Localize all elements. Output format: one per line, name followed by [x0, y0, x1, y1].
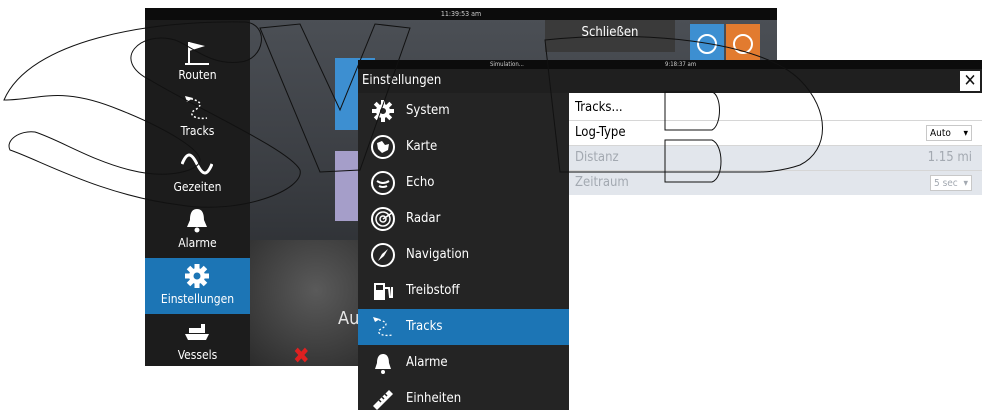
dropdown-arrow-icon: ▾: [963, 178, 968, 189]
left-navigation: Routen Tracks Gezeiten Alarme Einstellun…: [145, 20, 250, 366]
period-dropdown[interactable]: 5 sec ▾: [930, 175, 972, 191]
sidebar-item-treibstoff[interactable]: Treibstoff: [358, 273, 569, 309]
sidebar-item-label: Einheiten: [406, 391, 462, 406]
nav-item-vessels[interactable]: Vessels: [145, 314, 250, 366]
gear-icon: [372, 100, 394, 122]
sidebar-item-alarme[interactable]: Alarme: [358, 345, 569, 381]
dialog-title: Einstellungen: [362, 73, 442, 88]
period-row: Zeitraum 5 sec ▾: [569, 171, 982, 195]
sidebar-item-label: Alarme: [406, 355, 448, 370]
tide-wave-icon: [181, 153, 213, 175]
close-icon[interactable]: ✕: [960, 71, 980, 91]
fuel-pump-icon: [374, 283, 393, 300]
status-simulation: Simulation...: [490, 61, 524, 68]
sidebar-item-label: Tracks: [406, 319, 443, 334]
log-type-row: Log-Type Auto ▾: [569, 121, 982, 146]
sidebar-item-karte[interactable]: Karte: [358, 129, 569, 165]
nav-item-tracks[interactable]: Tracks: [145, 90, 250, 146]
status-time: 9:18:37 am: [665, 61, 697, 68]
tracks-link-row[interactable]: Tracks...: [569, 96, 982, 121]
nav-label: Gezeiten: [173, 180, 222, 194]
echo-sonar-icon: [371, 171, 395, 195]
sidebar-item-echo[interactable]: Echo: [358, 165, 569, 201]
tracks-settings-panel: Tracks... Log-Type Auto ▾ Distanz 1.15 m…: [569, 93, 982, 410]
sidebar-item-label: Karte: [406, 139, 438, 154]
close-button[interactable]: Schließen: [545, 20, 675, 52]
tracks-icon: [373, 317, 393, 337]
dialog-status-bar: Simulation... 9:18:37 am: [358, 60, 982, 69]
period-label: Zeitraum: [575, 175, 629, 190]
compass-icon: [371, 243, 395, 267]
vessel-icon: [185, 324, 209, 340]
log-type-dropdown[interactable]: Auto ▾: [926, 125, 972, 141]
nav-label: Einstellungen: [160, 292, 235, 306]
gear-icon: [185, 264, 209, 288]
red-x-icon: ✖: [293, 344, 310, 366]
nav-label: Tracks: [180, 124, 215, 138]
nav-label: Alarme: [178, 236, 217, 250]
sidebar-item-label: Treibstoff: [406, 283, 460, 298]
bell-icon: [375, 354, 391, 374]
dialog-title-bar: Einstellungen: [358, 69, 982, 93]
nav-item-alarme[interactable]: Alarme: [145, 202, 250, 258]
settings-dialog: Simulation... 9:18:37 am Einstellungen ✕: [358, 60, 982, 410]
sidebar-item-tracks[interactable]: Tracks: [358, 309, 569, 345]
period-value: 5 sec: [934, 178, 958, 189]
app-tiles-icon[interactable]: [690, 24, 760, 64]
dropdown-arrow-icon: ▾: [963, 128, 968, 139]
settings-sidebar: System Karte Echo Radar Navigation Treib…: [358, 93, 569, 410]
sidebar-item-einheiten[interactable]: Einheiten: [358, 381, 569, 417]
ruler-icon: [373, 390, 393, 410]
tracks-icon: [185, 96, 208, 120]
sidebar-item-radar[interactable]: Radar: [358, 201, 569, 237]
distance-row: Distanz 1.15 mi: [569, 146, 982, 171]
route-flag-icon: [185, 42, 209, 65]
distance-value: 1.15 mi: [927, 150, 972, 165]
log-type-value: Auto: [930, 128, 951, 139]
sidebar-item-label: Echo: [406, 175, 435, 190]
sidebar-item-label: Radar: [406, 211, 441, 226]
nav-label: Vessels: [177, 348, 218, 362]
log-type-label: Log-Type: [575, 125, 626, 140]
tracks-link[interactable]: Tracks...: [575, 96, 623, 120]
nav-label: Routen: [178, 68, 217, 82]
sidebar-item-system[interactable]: System: [358, 93, 569, 129]
radar-icon: [371, 207, 395, 231]
partial-tile-label: Au: [338, 308, 360, 329]
sidebar-item-navigation[interactable]: Navigation: [358, 237, 569, 273]
sidebar-item-label: System: [406, 103, 450, 118]
nav-item-routen[interactable]: Routen: [145, 34, 250, 90]
nav-item-einstellungen[interactable]: Einstellungen: [145, 258, 250, 314]
sidebar-item-label: Navigation: [406, 247, 470, 262]
status-bar: 11:39:53 am: [145, 8, 777, 20]
nav-item-gezeiten[interactable]: Gezeiten: [145, 146, 250, 202]
bell-icon: [187, 209, 207, 233]
chart-map-icon: [371, 135, 395, 159]
distance-label: Distanz: [575, 150, 619, 165]
